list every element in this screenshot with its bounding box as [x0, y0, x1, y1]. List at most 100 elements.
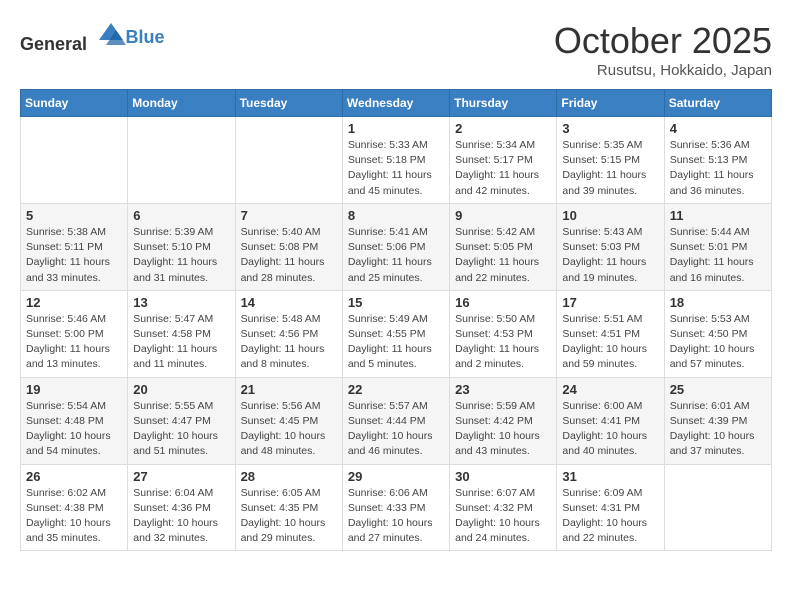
day-number: 22 [348, 382, 444, 397]
day-number: 11 [670, 208, 766, 223]
calendar-cell: 20 Sunrise: 5:55 AM Sunset: 4:47 PM Dayli… [128, 377, 235, 464]
calendar-cell: 29Sunrise: 6:06 AM Sunset: 4:33 PM Dayli… [342, 464, 449, 551]
day-number: 5 [26, 208, 122, 223]
calendar-cell: 9 Sunrise: 5:42 AM Sunset: 5:05 PM Daylig… [450, 203, 557, 290]
day-number: 16 [455, 295, 551, 310]
day-info: Sunrise: 5:39 AM Sunset: 5:10 PM Dayligh… [133, 225, 229, 286]
day-info: Sunrise: 6:04 AM Sunset: 4:36 PM Dayligh… [133, 486, 229, 547]
day-number: 25 [670, 382, 766, 397]
day-info: Sunrise: 5:41 AM Sunset: 5:06 PM Dayligh… [348, 225, 444, 286]
day-info: Sunrise: 6:05 AM Sunset: 4:35 PM Dayligh… [241, 486, 337, 547]
calendar-week-row: 1 Sunrise: 5:33 AM Sunset: 5:18 PM Daylig… [21, 117, 772, 204]
day-number: 21 [241, 382, 337, 397]
calendar-cell: 7Sunrise: 5:40 AM Sunset: 5:08 PM Daylig… [235, 203, 342, 290]
day-info: Sunrise: 6:07 AM Sunset: 4:32 PM Dayligh… [455, 486, 551, 547]
day-number: 2 [455, 121, 551, 136]
calendar-cell: 8 Sunrise: 5:41 AM Sunset: 5:06 PM Daylig… [342, 203, 449, 290]
calendar-week-row: 19 Sunrise: 5:54 AM Sunset: 4:48 PM Dayli… [21, 377, 772, 464]
day-number: 7 [241, 208, 337, 223]
day-number: 31 [562, 469, 658, 484]
day-info: Sunrise: 5:35 AM Sunset: 5:15 PM Dayligh… [562, 138, 658, 199]
calendar-cell: 28 Sunrise: 6:05 AM Sunset: 4:35 PM Dayli… [235, 464, 342, 551]
weekday-header-row: SundayMondayTuesdayWednesdayThursdayFrid… [21, 90, 772, 117]
calendar-cell: 31 Sunrise: 6:09 AM Sunset: 4:31 PM Dayli… [557, 464, 664, 551]
day-number: 28 [241, 469, 337, 484]
day-info: Sunrise: 6:00 AM Sunset: 4:41 PM Dayligh… [562, 399, 658, 460]
day-number: 12 [26, 295, 122, 310]
calendar-cell: 3 Sunrise: 5:35 AM Sunset: 5:15 PM Daylig… [557, 117, 664, 204]
calendar-cell: 23Sunrise: 5:59 AM Sunset: 4:42 PM Dayli… [450, 377, 557, 464]
calendar-cell [21, 117, 128, 204]
calendar-cell: 27 Sunrise: 6:04 AM Sunset: 4:36 PM Dayli… [128, 464, 235, 551]
day-info: Sunrise: 5:48 AM Sunset: 4:56 PM Dayligh… [241, 312, 337, 373]
calendar-cell: 16 Sunrise: 5:50 AM Sunset: 4:53 PM Dayli… [450, 290, 557, 377]
calendar-cell: 25 Sunrise: 6:01 AM Sunset: 4:39 PM Dayli… [664, 377, 771, 464]
day-info: Sunrise: 6:06 AM Sunset: 4:33 PM Dayligh… [348, 486, 444, 547]
day-number: 9 [455, 208, 551, 223]
calendar-cell: 4Sunrise: 5:36 AM Sunset: 5:13 PM Daylig… [664, 117, 771, 204]
day-info: Sunrise: 5:44 AM Sunset: 5:01 PM Dayligh… [670, 225, 766, 286]
day-info: Sunrise: 5:55 AM Sunset: 4:47 PM Dayligh… [133, 399, 229, 460]
calendar-cell [128, 117, 235, 204]
day-info: Sunrise: 5:50 AM Sunset: 4:53 PM Dayligh… [455, 312, 551, 373]
calendar-cell: 6 Sunrise: 5:39 AM Sunset: 5:10 PM Daylig… [128, 203, 235, 290]
day-info: Sunrise: 5:43 AM Sunset: 5:03 PM Dayligh… [562, 225, 658, 286]
day-number: 3 [562, 121, 658, 136]
calendar-cell: 19 Sunrise: 5:54 AM Sunset: 4:48 PM Dayli… [21, 377, 128, 464]
calendar-cell: 1 Sunrise: 5:33 AM Sunset: 5:18 PM Daylig… [342, 117, 449, 204]
day-info: Sunrise: 6:02 AM Sunset: 4:38 PM Dayligh… [26, 486, 122, 547]
day-info: Sunrise: 6:01 AM Sunset: 4:39 PM Dayligh… [670, 399, 766, 460]
day-number: 1 [348, 121, 444, 136]
calendar-cell: 15 Sunrise: 5:49 AM Sunset: 4:55 PM Dayli… [342, 290, 449, 377]
calendar-cell: 2 Sunrise: 5:34 AM Sunset: 5:17 PM Daylig… [450, 117, 557, 204]
day-number: 18 [670, 295, 766, 310]
day-info: Sunrise: 5:56 AM Sunset: 4:45 PM Dayligh… [241, 399, 337, 460]
day-info: Sunrise: 6:09 AM Sunset: 4:31 PM Dayligh… [562, 486, 658, 547]
day-info: Sunrise: 5:53 AM Sunset: 4:50 PM Dayligh… [670, 312, 766, 373]
day-number: 30 [455, 469, 551, 484]
calendar-cell: 17Sunrise: 5:51 AM Sunset: 4:51 PM Dayli… [557, 290, 664, 377]
day-info: Sunrise: 5:47 AM Sunset: 4:58 PM Dayligh… [133, 312, 229, 373]
weekday-header-saturday: Saturday [664, 90, 771, 117]
calendar-cell: 11 Sunrise: 5:44 AM Sunset: 5:01 PM Dayli… [664, 203, 771, 290]
calendar-cell [664, 464, 771, 551]
day-info: Sunrise: 5:42 AM Sunset: 5:05 PM Dayligh… [455, 225, 551, 286]
calendar-subtitle: Rusutsu, Hokkaido, Japan [554, 62, 772, 79]
calendar-header: General Blue October 2025 Rusutsu, Hokka… [20, 20, 772, 79]
calendar-cell: 10 Sunrise: 5:43 AM Sunset: 5:03 PM Dayli… [557, 203, 664, 290]
day-number: 19 [26, 382, 122, 397]
weekday-header-friday: Friday [557, 90, 664, 117]
calendar-cell: 24 Sunrise: 6:00 AM Sunset: 4:41 PM Dayli… [557, 377, 664, 464]
logo: General Blue [20, 20, 165, 55]
day-info: Sunrise: 5:57 AM Sunset: 4:44 PM Dayligh… [348, 399, 444, 460]
calendar-title: October 2025 [554, 20, 772, 62]
day-info: Sunrise: 5:38 AM Sunset: 5:11 PM Dayligh… [26, 225, 122, 286]
calendar-cell: 26 Sunrise: 6:02 AM Sunset: 4:38 PM Dayli… [21, 464, 128, 551]
day-info: Sunrise: 5:33 AM Sunset: 5:18 PM Dayligh… [348, 138, 444, 199]
day-number: 10 [562, 208, 658, 223]
day-number: 27 [133, 469, 229, 484]
day-number: 24 [562, 382, 658, 397]
logo-blue: Blue [126, 27, 165, 47]
calendar-week-row: 5 Sunrise: 5:38 AM Sunset: 5:11 PM Daylig… [21, 203, 772, 290]
day-number: 14 [241, 295, 337, 310]
day-info: Sunrise: 5:54 AM Sunset: 4:48 PM Dayligh… [26, 399, 122, 460]
calendar-table: SundayMondayTuesdayWednesdayThursdayFrid… [20, 89, 772, 551]
day-number: 20 [133, 382, 229, 397]
day-number: 15 [348, 295, 444, 310]
weekday-header-sunday: Sunday [21, 90, 128, 117]
weekday-header-thursday: Thursday [450, 90, 557, 117]
calendar-cell: 12Sunrise: 5:46 AM Sunset: 5:00 PM Dayli… [21, 290, 128, 377]
day-number: 17 [562, 295, 658, 310]
day-number: 8 [348, 208, 444, 223]
day-info: Sunrise: 5:49 AM Sunset: 4:55 PM Dayligh… [348, 312, 444, 373]
day-number: 13 [133, 295, 229, 310]
title-area: October 2025 Rusutsu, Hokkaido, Japan [554, 20, 772, 79]
calendar-week-row: 26 Sunrise: 6:02 AM Sunset: 4:38 PM Dayli… [21, 464, 772, 551]
day-number: 26 [26, 469, 122, 484]
calendar-cell: 21 Sunrise: 5:56 AM Sunset: 4:45 PM Dayli… [235, 377, 342, 464]
day-number: 6 [133, 208, 229, 223]
weekday-header-tuesday: Tuesday [235, 90, 342, 117]
calendar-cell: 18 Sunrise: 5:53 AM Sunset: 4:50 PM Dayli… [664, 290, 771, 377]
day-info: Sunrise: 5:34 AM Sunset: 5:17 PM Dayligh… [455, 138, 551, 199]
